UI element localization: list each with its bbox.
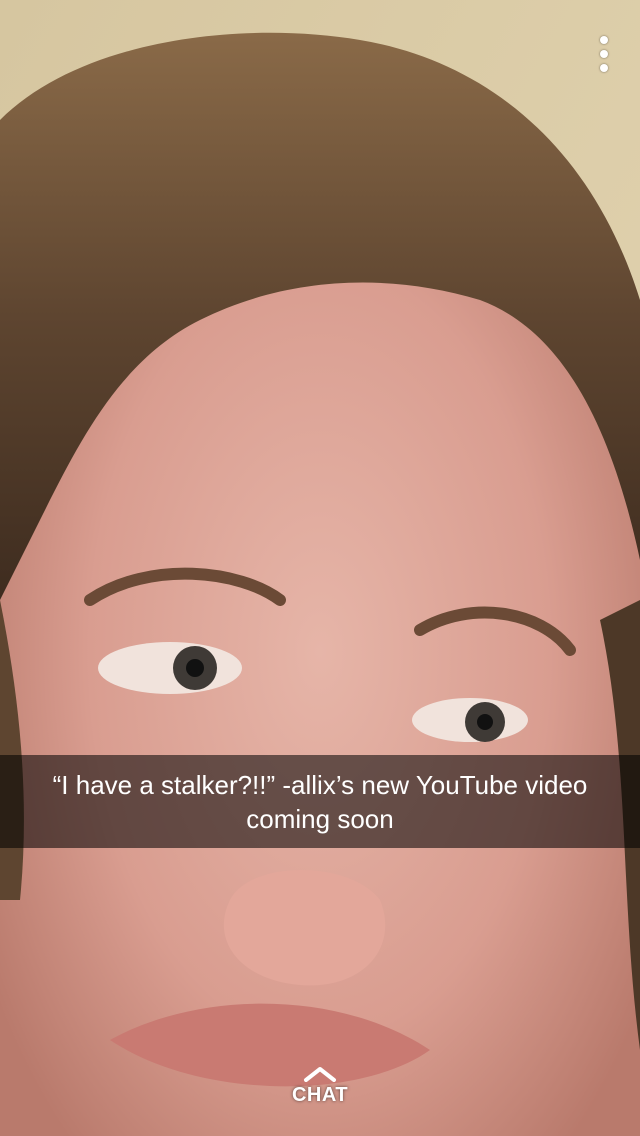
- chat-label: CHAT: [291, 1084, 349, 1106]
- snap-viewer[interactable]: “I have a stalker?!!” -allix’s new YouTu…: [0, 0, 640, 1136]
- chat-button[interactable]: CHAT: [270, 1066, 370, 1122]
- more-options-button[interactable]: [592, 34, 616, 74]
- caption-bar: “I have a stalker?!!” -allix’s new YouTu…: [0, 755, 640, 848]
- snap-photo: [0, 0, 640, 1136]
- chevron-up-icon: [304, 1067, 336, 1082]
- snap-caption: “I have a stalker?!!” -allix’s new YouTu…: [52, 769, 588, 834]
- vertical-ellipsis-icon: [600, 36, 608, 44]
- vertical-ellipsis-icon: [600, 50, 608, 58]
- vertical-ellipsis-icon: [600, 64, 608, 72]
